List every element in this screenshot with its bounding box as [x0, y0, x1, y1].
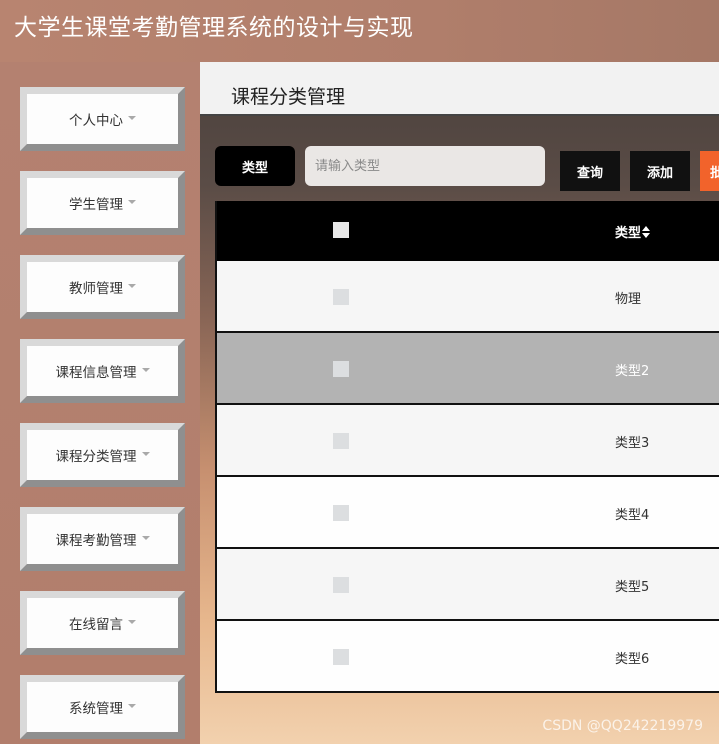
cell-type: 类型2	[615, 364, 650, 379]
sidebar-item-label: 个人中心	[69, 113, 123, 129]
sidebar-item-label: 课程考勤管理	[55, 533, 137, 549]
chevron-down-icon	[128, 284, 136, 288]
cell-type: 物理	[615, 292, 642, 307]
sidebar-item-label: 课程分类管理	[55, 449, 137, 465]
sidebar-item-label: 教师管理	[69, 281, 123, 297]
sidebar-item-course-attendance-management[interactable]: 课程考勤管理	[20, 507, 185, 571]
sidebar: 个人中心 学生管理 教师管理 课程信息管理 课程分类管理 课程考勤管理 在线留言…	[0, 62, 200, 744]
sidebar-item-course-info-management[interactable]: 课程信息管理	[20, 339, 185, 403]
table-row[interactable]: 类型4	[217, 477, 719, 549]
search-type-label: 类型	[215, 146, 295, 186]
column-header-type[interactable]: 类型	[615, 222, 651, 241]
page-title: 课程分类管理	[231, 86, 346, 108]
chevron-down-icon	[128, 704, 136, 708]
row-checkbox[interactable]	[333, 361, 349, 377]
cell-type: 类型5	[615, 580, 650, 595]
row-checkbox[interactable]	[333, 649, 349, 665]
search-type-input[interactable]	[305, 146, 545, 186]
row-checkbox[interactable]	[333, 289, 349, 305]
cell-type: 类型3	[615, 436, 650, 451]
sidebar-item-label: 在线留言	[69, 617, 123, 633]
main-content: 课程分类管理 类型 查询 添加 批 类型 物理 类型2 类型3 类型4 类型5	[200, 62, 719, 744]
watermark: CSDN @QQ242219979	[542, 718, 703, 734]
sidebar-item-label: 学生管理	[69, 197, 123, 213]
table-row[interactable]: 类型2	[217, 333, 719, 405]
chevron-down-icon	[141, 368, 150, 372]
sidebar-item-course-category-management[interactable]: 课程分类管理	[20, 423, 185, 487]
table-header: 类型	[217, 201, 719, 261]
table-row[interactable]: 类型6	[217, 621, 719, 693]
sort-icon[interactable]	[642, 226, 651, 238]
table-row[interactable]: 物理	[217, 261, 719, 333]
sidebar-item-label: 系统管理	[69, 701, 123, 717]
sidebar-item-teacher-management[interactable]: 教师管理	[20, 255, 185, 319]
cell-type: 类型6	[615, 652, 650, 667]
page-header: 课程分类管理	[200, 62, 719, 116]
sidebar-item-student-management[interactable]: 学生管理	[20, 171, 185, 235]
table-row[interactable]: 类型5	[217, 549, 719, 621]
row-checkbox[interactable]	[333, 433, 349, 449]
sidebar-item-online-messages[interactable]: 在线留言	[20, 591, 185, 655]
app-title: 大学生课堂考勤管理系统的设计与实现	[14, 15, 414, 41]
sidebar-item-label: 课程信息管理	[55, 365, 137, 381]
select-all-checkbox[interactable]	[333, 222, 349, 238]
add-button[interactable]: 添加	[630, 151, 690, 191]
category-table: 类型 物理 类型2 类型3 类型4 类型5 类型6	[215, 201, 719, 693]
chevron-down-icon	[128, 200, 136, 204]
row-checkbox[interactable]	[333, 505, 349, 521]
batch-delete-button[interactable]: 批	[700, 151, 719, 191]
row-checkbox[interactable]	[333, 577, 349, 593]
top-header: 大学生课堂考勤管理系统的设计与实现	[0, 0, 719, 62]
column-header-label: 类型	[615, 226, 642, 241]
table-row[interactable]: 类型3	[217, 405, 719, 477]
chevron-down-icon	[128, 620, 136, 624]
chevron-down-icon	[141, 536, 150, 540]
query-button[interactable]: 查询	[560, 151, 620, 191]
cell-type: 类型4	[615, 508, 650, 523]
sidebar-item-system-management[interactable]: 系统管理	[20, 675, 185, 739]
chevron-down-icon	[128, 116, 136, 120]
sidebar-item-personal-center[interactable]: 个人中心	[20, 87, 185, 151]
chevron-down-icon	[141, 452, 150, 456]
